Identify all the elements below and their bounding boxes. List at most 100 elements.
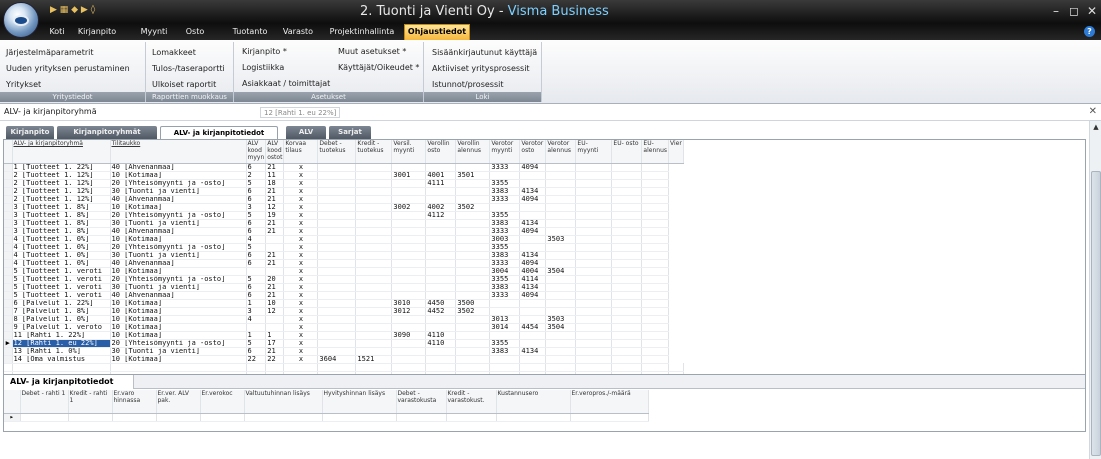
table-cell[interactable]: 4114 xyxy=(519,275,547,284)
table-cell[interactable] xyxy=(641,235,669,244)
table-cell[interactable] xyxy=(611,315,643,324)
detail-column-header[interactable]: Kredit - rahti 1 xyxy=(68,390,113,414)
table-cell[interactable] xyxy=(641,203,669,212)
table-cell[interactable]: 40 [Ahvenanmaa] xyxy=(110,163,247,172)
table-cell[interactable]: 2 [Tuotteet 1. 12%] xyxy=(12,179,111,188)
table-row[interactable]: 14 [Oma valmistus 10 [Kotimaa] 22 22 x 3604 15… xyxy=(4,355,683,364)
table-cell[interactable] xyxy=(611,211,643,220)
table-cell[interactable] xyxy=(545,251,577,260)
table-cell[interactable] xyxy=(317,259,357,268)
table-cell[interactable] xyxy=(455,251,491,260)
table-cell[interactable]: 40 [Ahvenanmaa] xyxy=(110,195,247,204)
table-cell[interactable] xyxy=(545,299,577,308)
table-cell[interactable] xyxy=(545,211,577,220)
table-cell[interactable]: 4452 xyxy=(425,307,457,316)
table-cell[interactable]: 3333 xyxy=(489,291,521,300)
table-cell[interactable]: x xyxy=(283,331,319,340)
table-cell[interactable] xyxy=(545,163,577,172)
table-cell[interactable] xyxy=(519,355,547,364)
table-cell[interactable]: 3001 xyxy=(391,171,427,180)
grid-column-header[interactable]: EU- alennus xyxy=(641,140,669,164)
table-cell[interactable] xyxy=(545,355,577,364)
table-cell[interactable]: 5 [Tuotteet 1. veroti xyxy=(12,283,111,292)
ribbon-item-uuden-yrityksen-perustaminen[interactable]: Uuden yrityksen perustaminen xyxy=(6,64,130,74)
table-cell[interactable] xyxy=(575,235,613,244)
table-cell[interactable]: 6 xyxy=(246,283,267,292)
table-cell[interactable]: 5 [Tuotteet 1. veroti xyxy=(12,267,111,276)
table-cell[interactable] xyxy=(641,339,669,348)
table-row[interactable]: 1 [Tuotteet 1. 22%] 40 [Ahvenanmaa] 6 21 x 33… xyxy=(4,163,683,172)
table-cell[interactable] xyxy=(575,275,613,284)
table-cell[interactable] xyxy=(519,179,547,188)
table-cell[interactable]: 21 xyxy=(265,251,285,260)
table-cell[interactable] xyxy=(575,315,613,324)
table-cell[interactable]: 6 xyxy=(246,187,267,196)
table-cell[interactable] xyxy=(355,315,393,324)
table-cell[interactable]: 6 xyxy=(246,347,267,356)
ribbon-tab-koti[interactable]: Koti xyxy=(44,25,70,39)
table-cell[interactable]: 4 [Tuotteet 1. 0%] xyxy=(12,235,111,244)
table-cell[interactable]: 3014 xyxy=(489,323,521,332)
table-cell[interactable]: 3 xyxy=(246,203,267,212)
table-cell[interactable]: 4094 xyxy=(519,259,547,268)
subtab-alv-ja-kirjanpitotiedot[interactable]: ALV- ja kirjanpitotiedot xyxy=(160,126,278,139)
table-cell[interactable]: 4094 xyxy=(519,163,547,172)
table-cell[interactable] xyxy=(611,219,643,228)
grid-column-header[interactable]: EU- osto xyxy=(611,140,643,164)
table-cell[interactable] xyxy=(355,259,393,268)
table-cell[interactable]: 3502 xyxy=(455,307,491,316)
grid-column-header[interactable]: Vier xyxy=(668,140,684,164)
table-row[interactable]: 4 [Tuotteet 1. 0%] 40 [Ahvenanmaa] 6 21 x 333… xyxy=(4,259,683,268)
table-cell[interactable]: x xyxy=(283,163,319,172)
table-cell[interactable]: 3503 xyxy=(545,315,577,324)
ribbon-item-tulos-taseraportti[interactable]: Tulos-/taseraportti xyxy=(152,64,225,74)
table-cell[interactable]: 4454 xyxy=(519,323,547,332)
table-cell[interactable] xyxy=(575,323,613,332)
table-cell[interactable] xyxy=(545,195,577,204)
table-cell[interactable]: 30 [Tuonti ja vienti] xyxy=(110,283,247,292)
close-window-button[interactable]: ✕ xyxy=(1084,3,1100,19)
table-cell[interactable]: x xyxy=(283,283,319,292)
table-cell[interactable] xyxy=(425,163,457,172)
table-cell[interactable]: 4002 xyxy=(425,203,457,212)
detail-column-header[interactable]: Er.varo hinnassa xyxy=(112,390,157,414)
table-cell[interactable] xyxy=(545,187,577,196)
table-cell[interactable] xyxy=(641,163,669,172)
table-cell[interactable]: 3012 xyxy=(391,307,427,316)
table-cell[interactable]: x xyxy=(283,315,319,324)
ribbon-tab-myynti[interactable]: Myynti xyxy=(134,25,174,39)
table-cell[interactable] xyxy=(489,355,521,364)
table-row[interactable]: 3 [Tuotteet 1. 8%] 30 [Tuonti ja vienti] 6… xyxy=(4,219,683,228)
detail-column-header[interactable]: Er.ver. ALV pak. xyxy=(156,390,201,414)
table-cell[interactable]: 4110 xyxy=(425,331,457,340)
table-cell[interactable] xyxy=(317,203,357,212)
table-cell[interactable] xyxy=(611,299,643,308)
table-cell[interactable] xyxy=(425,315,457,324)
table-cell[interactable]: 3333 xyxy=(489,259,521,268)
table-cell[interactable]: x xyxy=(283,323,319,332)
ribbon-tab-varasto[interactable]: Varasto xyxy=(278,25,318,39)
table-cell[interactable] xyxy=(641,291,669,300)
table-cell[interactable] xyxy=(391,251,427,260)
table-cell[interactable] xyxy=(317,307,357,316)
detail-column-header[interactable]: Er.verokoc xyxy=(200,390,245,414)
table-cell[interactable]: 6 xyxy=(246,259,267,268)
table-cell[interactable]: 8 [Palvelut 1. 0%] xyxy=(12,315,111,324)
table-cell[interactable] xyxy=(545,339,577,348)
table-cell[interactable]: 5 xyxy=(246,243,267,252)
table-cell[interactable] xyxy=(641,251,669,260)
table-cell[interactable] xyxy=(641,195,669,204)
table-cell[interactable] xyxy=(246,323,267,332)
table-cell[interactable]: 10 [Kotimaa] xyxy=(110,171,247,180)
detail-column-header[interactable]: Er.veropros./-määrä xyxy=(570,390,649,414)
table-cell[interactable]: 3355 xyxy=(489,179,521,188)
table-row[interactable]: ▶ 12 [Rahti 1. eu 22%] 20 [Yhteisömyynti j… xyxy=(4,339,683,348)
table-row[interactable]: 4 [Tuotteet 1. 0%] 10 [Kotimaa] 4 x 3003 3503 xyxy=(4,235,683,244)
table-cell[interactable] xyxy=(317,275,357,284)
table-cell[interactable] xyxy=(611,235,643,244)
table-cell[interactable]: 22 xyxy=(265,355,285,364)
table-row[interactable]: 5 [Tuotteet 1. veroti 20 [Yhteisömyynti j… xyxy=(4,275,683,284)
table-cell[interactable] xyxy=(455,267,491,276)
table-cell[interactable] xyxy=(455,227,491,236)
quick-access-toolbar[interactable]: ▶ ▦ ◆ ▶ ◊ xyxy=(50,5,95,16)
